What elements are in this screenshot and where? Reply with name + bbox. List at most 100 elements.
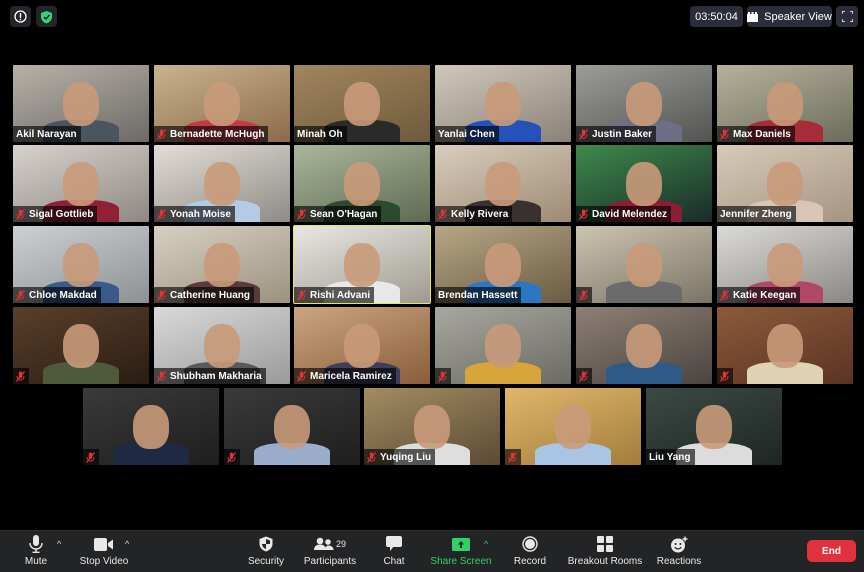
participant-face (204, 161, 240, 206)
mute-label: Mute (24, 556, 48, 567)
participant-video-tile[interactable]: Sigal Gottlieb (13, 145, 149, 222)
participant-name: Yuqing Liu (380, 451, 432, 463)
breakout-rooms-label: Breakout Rooms (567, 556, 643, 567)
participant-name-tag: Chloe Makdad (13, 287, 101, 303)
participant-video-tile[interactable]: Kelly Rivera (435, 145, 571, 222)
participant-face (767, 81, 803, 126)
share-options-caret[interactable]: ^ (484, 539, 488, 549)
participant-face (696, 404, 732, 449)
participant-video-tile[interactable] (83, 388, 219, 465)
participant-name-tag: Sigal Gottlieb (13, 206, 98, 222)
participant-face (485, 242, 521, 287)
participant-video-tile[interactable]: Justin Baker (576, 65, 712, 142)
mute-button[interactable]: Mute (22, 533, 50, 567)
muted-microphone-icon (156, 289, 167, 301)
audio-options-caret[interactable]: ^ (57, 539, 61, 549)
participant-name-tag: Sean O'Hagan (294, 206, 382, 222)
muted-microphone-icon (507, 451, 518, 463)
participant-name-tag: David Melendez (576, 206, 672, 222)
participant-name-tag: Maricela Ramirez (294, 368, 396, 384)
participant-name: Shubham Makharia (170, 370, 262, 382)
participant-video-tile[interactable]: Chloe Makdad (13, 226, 149, 303)
participant-video-tile[interactable]: Shubham Makharia (154, 307, 290, 384)
participant-video-tile[interactable]: Yanlai Chen (435, 65, 571, 142)
participant-name-tag: Shubham Makharia (154, 368, 266, 384)
participant-video-tile[interactable] (13, 307, 149, 384)
participant-name-tag: Yanlai Chen (435, 126, 499, 142)
end-meeting-button[interactable]: End (807, 540, 856, 562)
muted-microphone-icon (226, 451, 237, 463)
participant-face (626, 242, 662, 287)
record-icon (522, 536, 538, 552)
participant-name-tag (576, 287, 592, 303)
participant-video-tile[interactable]: Maricela Ramirez (294, 307, 430, 384)
record-button[interactable]: Record (513, 533, 547, 567)
share-screen-button[interactable]: Share Screen (430, 533, 492, 567)
participant-name: Kelly Rivera (451, 208, 509, 220)
participant-face (344, 242, 380, 287)
participant-video-tile[interactable]: Akil Narayan (13, 65, 149, 142)
participant-video-tile[interactable] (717, 307, 853, 384)
chat-button[interactable]: Chat (382, 533, 406, 567)
participant-video-tile[interactable]: Rishi Advani (293, 225, 431, 304)
participant-face (63, 323, 99, 368)
participant-video-tile[interactable]: Minah Oh (294, 65, 430, 142)
muted-microphone-icon (156, 208, 167, 220)
muted-microphone-icon (719, 370, 730, 382)
reactions-button[interactable]: Reactions (656, 533, 702, 567)
stop-video-label: Stop Video (79, 556, 129, 567)
participant-video-tile[interactable]: Jennifer Zheng (717, 145, 853, 222)
participant-name-tag: Rishi Advani (294, 287, 375, 303)
participant-video-tile[interactable]: Yuqing Liu (364, 388, 500, 465)
participant-name-tag: Justin Baker (576, 126, 657, 142)
participants-label: Participants (303, 556, 357, 567)
participant-face (485, 161, 521, 206)
participant-name-tag (717, 368, 733, 384)
participant-video-tile[interactable]: Max Daniels (717, 65, 853, 142)
participant-video-tile[interactable]: Catherine Huang (154, 226, 290, 303)
participant-count: 29 (335, 539, 346, 549)
participant-face (133, 404, 169, 449)
participant-name: Max Daniels (733, 128, 791, 140)
stop-video-button[interactable]: Stop Video (78, 533, 130, 567)
participant-name-tag (83, 449, 99, 465)
participant-name: Sean O'Hagan (310, 208, 378, 220)
participant-video-tile[interactable]: Brendan Hassett (435, 226, 571, 303)
participant-video-tile[interactable]: David Melendez (576, 145, 712, 222)
participant-video-tile[interactable]: Liu Yang (646, 388, 782, 465)
participants-button[interactable]: 29 Participants (303, 533, 357, 567)
participant-face (626, 81, 662, 126)
participant-video-tile[interactable]: Yonah Moise (154, 145, 290, 222)
participant-name: Yanlai Chen (438, 128, 495, 140)
video-camera-icon (94, 537, 113, 551)
participant-face (626, 323, 662, 368)
participant-video-tile[interactable]: Bernadette McHugh (154, 65, 290, 142)
participant-video-tile[interactable]: Katie Keegan (717, 226, 853, 303)
chat-label: Chat (383, 556, 405, 567)
participant-face (767, 323, 803, 368)
muted-microphone-icon (156, 128, 167, 140)
participant-video-tile[interactable] (224, 388, 360, 465)
participant-name: Rishi Advani (310, 289, 371, 301)
participant-video-tile[interactable] (435, 307, 571, 384)
participant-video-tile[interactable] (505, 388, 641, 465)
participant-video-tile[interactable] (576, 307, 712, 384)
smiley-plus-icon (671, 536, 688, 552)
breakout-rooms-button[interactable]: Breakout Rooms (567, 533, 643, 567)
participant-face (63, 242, 99, 287)
participant-name: Liu Yang (649, 451, 691, 463)
participant-name-tag: Katie Keegan (717, 287, 801, 303)
participant-name: Sigal Gottlieb (29, 208, 94, 220)
participant-name: Justin Baker (592, 128, 653, 140)
security-button[interactable]: Security (246, 533, 286, 567)
participant-face (63, 81, 99, 126)
participant-name: Maricela Ramirez (310, 370, 392, 382)
video-options-caret[interactable]: ^ (125, 539, 129, 549)
participant-face (555, 404, 591, 449)
participant-video-tile[interactable] (576, 226, 712, 303)
participants-icon (313, 537, 334, 550)
participant-name: Catherine Huang (170, 289, 251, 301)
participant-video-tile[interactable]: Sean O'Hagan (294, 145, 430, 222)
muted-microphone-icon (15, 370, 26, 382)
participant-name: Chloe Makdad (29, 289, 97, 301)
